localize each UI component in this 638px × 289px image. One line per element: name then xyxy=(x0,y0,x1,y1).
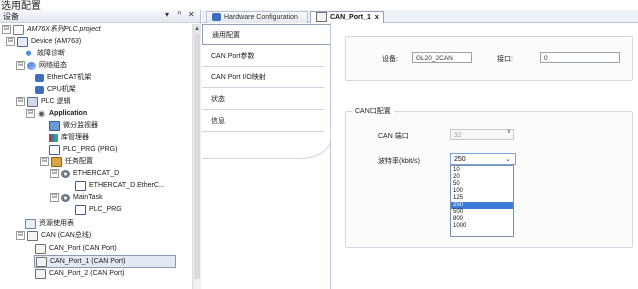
collapse-icon[interactable]: ⊟ xyxy=(16,61,25,70)
tree-node-can-bus[interactable]: ⊟ CAN (CAN总线) xyxy=(16,230,91,241)
tree-node-application[interactable]: ⊟ Application xyxy=(26,108,87,119)
editor-tab-bar: Hardware Configuration CAN_Port_1 x xyxy=(202,10,638,23)
panel-dropdown-icon[interactable]: ▾ xyxy=(165,10,169,19)
nav-status[interactable]: 状态 xyxy=(202,89,324,110)
nav-can-port-io-mapping[interactable]: CAN Port I/O映射 xyxy=(202,67,324,88)
tree-node-plc-logic[interactable]: ⊟ PLC 逻辑 xyxy=(16,96,71,107)
tree-node-device[interactable]: ⊟ Device (AM763) xyxy=(6,36,81,47)
tree-node-project[interactable]: ⊟ AM76X系列PLC.project xyxy=(2,24,101,35)
collapse-icon[interactable]: ⊟ xyxy=(50,169,59,178)
device-tree-titlebar: 设备 ▾ ꟸ ✕ xyxy=(0,10,200,23)
task-config-icon xyxy=(51,156,62,167)
tree-node-ethercat-d-call[interactable]: ETHERCAT_D.EtherC... xyxy=(75,180,165,191)
baud-option[interactable]: 800 xyxy=(451,216,513,223)
tab-label: Hardware Configuration xyxy=(224,14,298,21)
tree-node-can-port[interactable]: CAN_Port (CAN Port) xyxy=(35,243,117,254)
can-port-stepper[interactable]: 32 ⬍ xyxy=(450,129,514,140)
baud-option[interactable]: 50 xyxy=(451,181,513,188)
tree-scrollbar[interactable]: ▲ xyxy=(192,24,201,289)
device-field[interactable]: GL20_2CAN xyxy=(412,52,472,63)
baud-rate-value: 250 xyxy=(454,156,466,163)
baud-option[interactable]: 20 xyxy=(451,174,513,181)
pin-icon[interactable]: ꟸ xyxy=(177,10,182,19)
chevron-down-icon: ⌄ xyxy=(505,156,511,163)
tree-node-library-manager[interactable]: 库管理器 xyxy=(49,132,89,143)
collapse-icon[interactable]: ⊟ xyxy=(2,25,11,34)
collapse-icon[interactable]: ⊟ xyxy=(50,193,59,202)
can-port-icon xyxy=(316,12,327,23)
nav-can-port-params[interactable]: CAN Port参数 xyxy=(202,46,324,67)
device-label: 设备: xyxy=(382,56,398,63)
tab-hardware-configuration[interactable]: Hardware Configuration xyxy=(206,11,308,23)
nav-general-config[interactable]: 通用配置 xyxy=(202,24,330,45)
table-icon xyxy=(25,218,36,229)
rack-icon xyxy=(35,85,44,94)
program-icon xyxy=(75,204,86,215)
baud-rate-dropdown-list: 10 20 50 100 125 250 500 800 1000 xyxy=(450,165,514,237)
plc-logic-icon xyxy=(27,96,38,107)
baud-option[interactable]: 100 xyxy=(451,188,513,195)
spin-arrows-icon[interactable]: ⬍ xyxy=(506,130,512,138)
can-port-value: 32 xyxy=(454,132,462,139)
network-icon xyxy=(27,61,36,70)
baud-option-selected[interactable]: 250 xyxy=(451,202,513,209)
general-config-content: 设备: GL20_2CAN 接口: 0 CAN口配置 CAN 端口 32 ⬍ 波… xyxy=(331,23,638,289)
rack-icon xyxy=(35,73,44,82)
baud-rate-label: 波特率(kbit/s) xyxy=(378,158,420,165)
tab-label: CAN_Port_1 xyxy=(330,14,371,21)
collapse-icon[interactable]: ⊟ xyxy=(40,157,49,166)
tree-node-maintask-plc-prg[interactable]: PLC_PRG xyxy=(75,204,122,215)
application-icon xyxy=(37,109,46,118)
tree-node-can-port-1[interactable]: CAN_Port_1 (CAN Port) xyxy=(34,255,176,268)
monitor-icon xyxy=(49,120,60,131)
interface-label: 接口: xyxy=(497,56,513,63)
collapse-icon[interactable]: ⊟ xyxy=(6,37,15,46)
task-gear-icon xyxy=(61,193,70,202)
device-tree-title: 设备 xyxy=(3,12,19,21)
tree-node-cpu-rack[interactable]: CPU机架 xyxy=(35,84,76,95)
program-icon xyxy=(49,144,60,155)
baud-option[interactable]: 500 xyxy=(451,209,513,216)
hardware-icon xyxy=(212,13,221,22)
interface-field[interactable]: 0 xyxy=(540,52,620,63)
baud-option[interactable]: 10 xyxy=(451,167,513,174)
tree-node-plc-prg[interactable]: PLC_PRG (PRG) xyxy=(49,144,117,155)
tab-can-port-1[interactable]: CAN_Port_1 x xyxy=(310,11,384,23)
scroll-thumb[interactable] xyxy=(194,34,200,279)
can-port-icon xyxy=(35,268,46,279)
baud-option[interactable]: 1000 xyxy=(451,223,513,230)
baud-option[interactable]: 125 xyxy=(451,195,513,202)
collapse-icon[interactable]: ⊟ xyxy=(16,97,25,106)
tree-node-resource-usage[interactable]: 资源使用表 xyxy=(25,218,74,229)
close-icon[interactable]: ✕ xyxy=(188,10,195,19)
device-info-group: 设备: GL20_2CAN 接口: 0 xyxy=(345,36,633,81)
tree-node-ethercat-d[interactable]: ⊟ ETHERCAT_D xyxy=(50,168,119,179)
diagnostics-icon xyxy=(25,49,34,58)
device-tree-panel: 设备 ▾ ꟸ ✕ ⊟ AM76X系列PLC.project ⊟ Device (AM… xyxy=(0,10,201,289)
can-port-icon xyxy=(36,256,47,267)
library-icon xyxy=(49,133,58,142)
tree-node-can-port-2[interactable]: CAN_Port_2 (CAN Port) xyxy=(35,268,124,279)
baud-rate-select[interactable]: 250 ⌄ xyxy=(450,153,516,165)
nav-divider-curve xyxy=(202,128,331,159)
task-gear-icon xyxy=(61,169,70,178)
collapse-icon[interactable]: ⊟ xyxy=(16,231,25,240)
device-icon xyxy=(17,36,28,47)
collapse-icon[interactable]: ⊟ xyxy=(26,109,35,118)
can-bus-icon xyxy=(27,230,38,241)
tree-node-watch-monitor[interactable]: 微分监视器 xyxy=(49,120,98,131)
tree-node-task-config[interactable]: ⊟ 任务配置 xyxy=(40,156,93,167)
can-port-icon xyxy=(35,243,46,254)
can-config-legend: CAN口配置 xyxy=(352,106,394,116)
tab-close-icon[interactable]: x xyxy=(375,14,379,21)
project-icon xyxy=(13,24,24,35)
can-port-label: CAN 端口 xyxy=(378,133,409,140)
tree-node-maintask[interactable]: ⊟ MainTask xyxy=(50,192,103,203)
tree-node-ethercat-rack[interactable]: EtherCAT机架 xyxy=(35,72,91,83)
tree-node-network-config[interactable]: ⊟ 网络组态 xyxy=(16,60,67,71)
program-icon xyxy=(75,180,86,191)
tree-node-diagnostics[interactable]: 故障诊断 xyxy=(25,48,65,59)
scroll-up-arrow[interactable]: ▲ xyxy=(193,24,201,34)
